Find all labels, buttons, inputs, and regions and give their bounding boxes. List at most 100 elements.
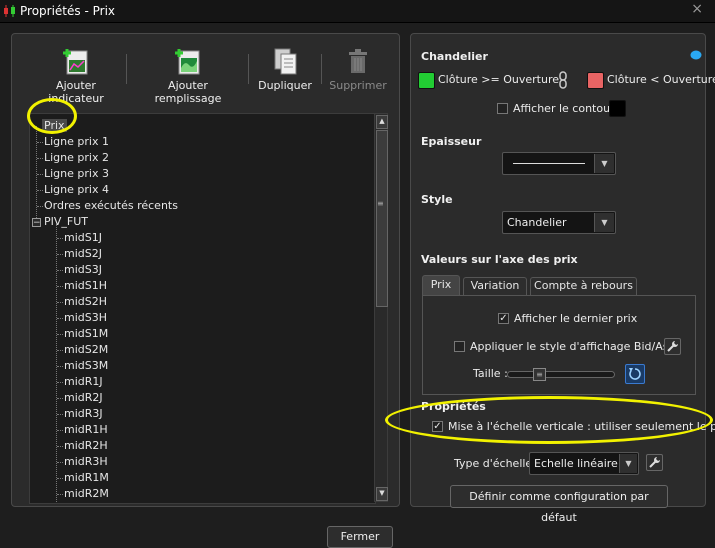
- candle-section-title: Chandelier: [421, 50, 488, 63]
- tree-line: [57, 398, 63, 399]
- tree-line: [57, 478, 63, 479]
- show-last-price-checkbox[interactable]: ✓: [498, 313, 509, 324]
- set-default-button[interactable]: Définir comme configuration par défaut: [450, 485, 668, 524]
- tree-line: [56, 224, 57, 502]
- duplicate-button[interactable]: Dupliquer: [255, 46, 315, 92]
- wrench-icon: [649, 457, 660, 468]
- tree-item-child[interactable]: midS3J: [64, 262, 102, 278]
- right-panel: Chandelier Clôture >= Ouverture Clôture …: [410, 33, 715, 524]
- add-fill-button[interactable]: Ajouter remplissage: [134, 46, 242, 105]
- tree-item-child[interactable]: midS2J: [64, 246, 102, 262]
- tree-item-child[interactable]: midS2H: [64, 294, 107, 310]
- outline-color-swatch[interactable]: [609, 100, 626, 117]
- tree-item-child[interactable]: midS3H: [64, 310, 107, 326]
- tree-line: [57, 270, 63, 271]
- scale-type-value: Echelle linéaire: [534, 457, 618, 470]
- tree-line: [57, 350, 63, 351]
- tree-item-child[interactable]: midS1J: [64, 230, 102, 246]
- tab-variation[interactable]: Variation: [463, 277, 527, 295]
- chevron-down-icon: ▼: [619, 454, 637, 473]
- close-ge-open-label: Clôture >= Ouverture: [438, 73, 559, 86]
- tree-item-ligne-prix-2[interactable]: Ligne prix 2: [44, 150, 109, 166]
- add-indicator-button[interactable]: Ajouter indicateur: [28, 46, 124, 105]
- close-button[interactable]: Fermer: [327, 526, 393, 548]
- scroll-up-icon[interactable]: ▲: [376, 115, 388, 129]
- size-label: Taille :: [473, 367, 508, 380]
- close-icon[interactable]: ×: [691, 1, 703, 17]
- tree-line: [37, 174, 43, 175]
- tree-line: [37, 206, 43, 207]
- tree-item-child[interactable]: midR1J: [64, 374, 103, 390]
- window-title: Propriétés - Prix: [20, 4, 115, 18]
- style-value: Chandelier: [507, 216, 567, 229]
- close-lt-open-label: Clôture < Ouverture: [607, 73, 715, 86]
- toolbar-separator: [321, 54, 322, 84]
- chevron-down-icon: ▼: [594, 213, 614, 232]
- tree-item-ligne-prix-4[interactable]: Ligne prix 4: [44, 182, 109, 198]
- tree-line: [57, 318, 63, 319]
- toolbar-separator: [248, 54, 249, 84]
- tree-item-child[interactable]: midS1H: [64, 278, 107, 294]
- tree-scrollbar[interactable]: ▲ ≡ ▼: [374, 113, 388, 502]
- bid-ask-style-checkbox[interactable]: [454, 341, 465, 352]
- tree-item-child[interactable]: midS2M: [64, 342, 108, 358]
- tree-item-piv-fut[interactable]: PIV_FUT: [44, 214, 88, 230]
- tree-item-child[interactable]: midS3M: [64, 358, 108, 374]
- properties-section-title: Propriétés: [421, 400, 486, 413]
- delete-button[interactable]: Supprimer: [328, 46, 388, 92]
- duplicate-icon: [274, 48, 297, 75]
- show-outline-checkbox[interactable]: [497, 103, 508, 114]
- tree-item-child[interactable]: midR3J: [64, 406, 103, 422]
- scale-type-dropdown[interactable]: Echelle linéaire ▼: [529, 452, 639, 475]
- tree-item-child[interactable]: midS1M: [64, 326, 108, 342]
- tab-prix[interactable]: Prix: [422, 275, 460, 295]
- tree-line: [57, 462, 63, 463]
- tree-item-recent-orders[interactable]: Ordres exécutés récents: [44, 198, 178, 214]
- trash-icon: [349, 49, 367, 73]
- scale-settings-button[interactable]: [646, 454, 663, 471]
- add-indicator-icon: [63, 49, 88, 75]
- tree-item-child[interactable]: midR2H: [64, 438, 108, 454]
- tree-line: [37, 142, 43, 143]
- tree-item-child[interactable]: midR1H: [64, 422, 108, 438]
- tree-item-label: Prix: [42, 119, 67, 132]
- collapse-toggle[interactable]: −: [32, 218, 41, 228]
- thickness-dropdown[interactable]: ▼: [502, 152, 616, 175]
- tree-line: [57, 414, 63, 415]
- tree-line: [57, 254, 63, 255]
- up-color-swatch[interactable]: [418, 72, 435, 89]
- tree-item-prix[interactable]: Prix: [42, 118, 67, 134]
- link-chain-icon[interactable]: [557, 71, 569, 89]
- bid-ask-settings-button[interactable]: [664, 338, 681, 355]
- tree-line: [57, 238, 63, 239]
- tree-item-child[interactable]: midR1M: [64, 470, 109, 486]
- info-bubble-icon[interactable]: [690, 50, 702, 60]
- scroll-down-icon[interactable]: ▼: [376, 487, 388, 501]
- scale-type-label: Type d'échelle: [454, 457, 533, 470]
- tab-countdown[interactable]: Compte à rebours: [530, 277, 637, 295]
- down-color-swatch[interactable]: [587, 72, 604, 89]
- tree-line: [57, 494, 63, 495]
- left-panel: Ajouter indicateur Ajouter remplissage D…: [11, 33, 400, 507]
- tree-item-ligne-prix-3[interactable]: Ligne prix 3: [44, 166, 109, 182]
- tree-line: [57, 366, 63, 367]
- style-dropdown[interactable]: Chandelier ▼: [502, 211, 616, 234]
- tree-item-ligne-prix-1[interactable]: Ligne prix 1: [44, 134, 109, 150]
- add-fill-icon: [175, 49, 200, 75]
- scroll-thumb[interactable]: [376, 130, 388, 307]
- tree-item-child[interactable]: midR3H: [64, 454, 108, 470]
- style-section-title: Style: [421, 193, 453, 206]
- size-slider-thumb[interactable]: ≡: [533, 368, 546, 381]
- reset-size-button[interactable]: [625, 364, 645, 384]
- size-slider-track[interactable]: [507, 371, 615, 378]
- tree-line: [57, 286, 63, 287]
- tree-item-child[interactable]: midR2J: [64, 390, 103, 406]
- tree-line: [57, 302, 63, 303]
- duplicate-label: Dupliquer: [258, 79, 312, 92]
- title-bar: Propriétés - Prix ×: [0, 0, 715, 23]
- tree-item-child[interactable]: midR2M: [64, 486, 109, 502]
- tree-line: [37, 190, 43, 191]
- add-fill-label: Ajouter remplissage: [154, 79, 222, 105]
- vertical-scale-checkbox[interactable]: ✓: [432, 421, 443, 432]
- scroll-grip-icon: ≡: [377, 199, 384, 208]
